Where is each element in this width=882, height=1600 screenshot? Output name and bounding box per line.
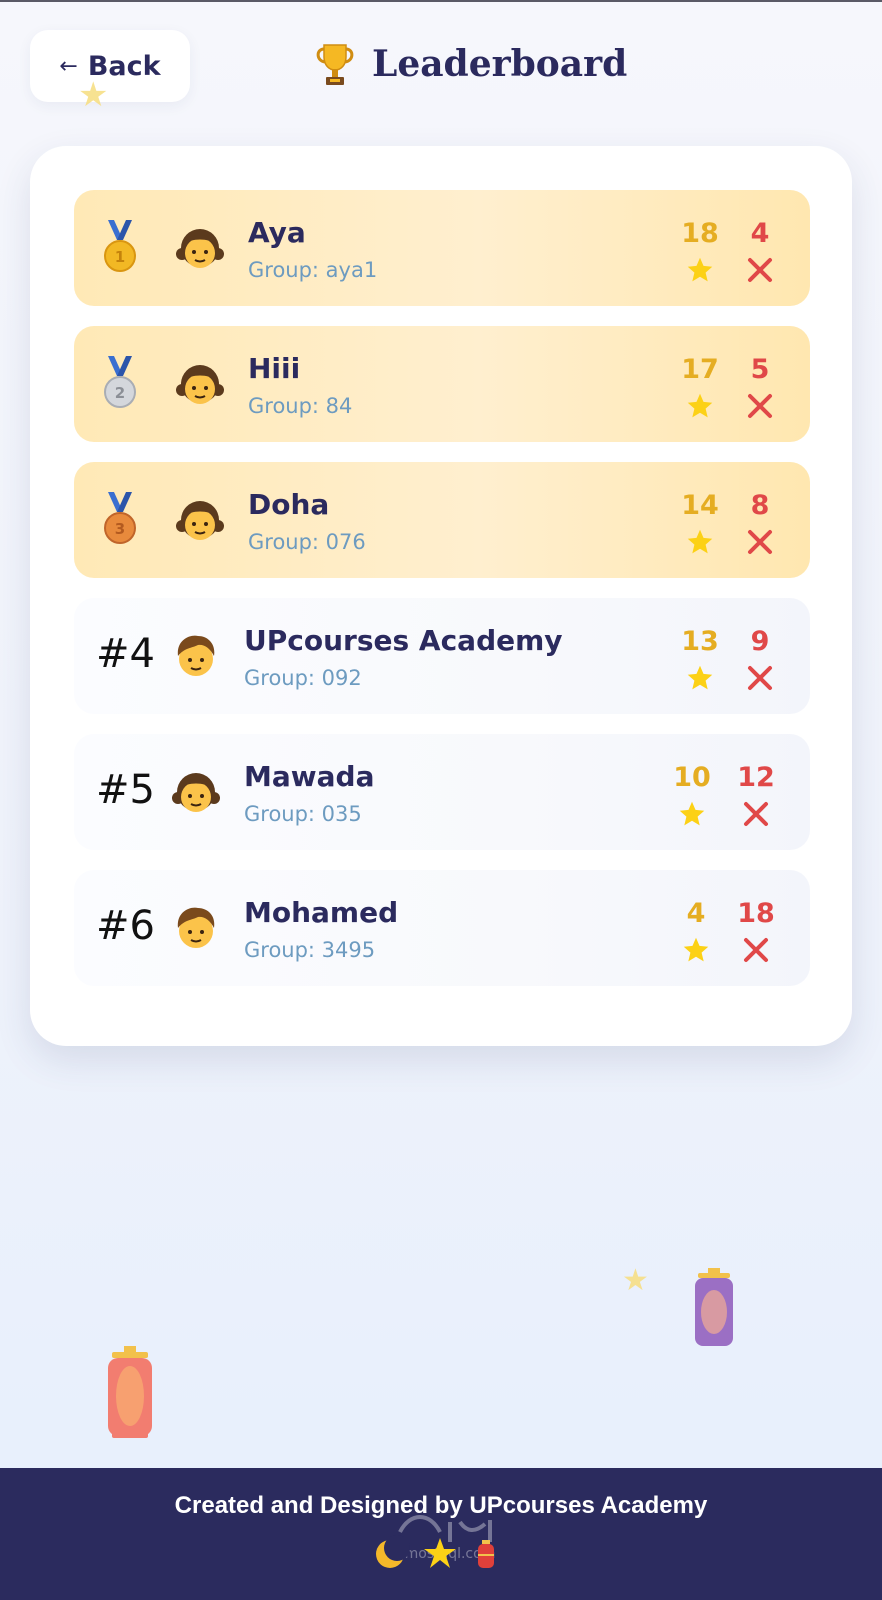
- star-icon: [687, 257, 713, 282]
- wrong-count: 8: [750, 490, 770, 521]
- girl-avatar-icon: [176, 229, 224, 268]
- wrong-count: 18: [737, 898, 775, 929]
- silver-medal-icon: 2: [104, 356, 136, 408]
- star-icon: [683, 937, 709, 962]
- leaderboard-row[interactable]: #5 Mawada Group: 035 10 12: [74, 734, 810, 850]
- decorative-star-icon: ★: [622, 1263, 649, 1298]
- svg-text:2: 2: [115, 384, 125, 402]
- wrong-count: 12: [737, 762, 775, 793]
- player-name: Aya: [248, 216, 306, 249]
- stars-count: 10: [673, 762, 711, 793]
- star-icon: [679, 801, 705, 826]
- player-name: UPcourses Academy: [244, 624, 563, 657]
- leaderboard-row[interactable]: #4 UPcourses Academy Group: 092 13 9: [74, 598, 810, 714]
- svg-text:1: 1: [115, 248, 125, 266]
- girl-avatar-icon: [176, 501, 224, 540]
- decorative-star-icon: ★: [78, 75, 109, 115]
- player-group: Group: 076: [248, 530, 366, 554]
- red-lantern-icon: [108, 1346, 152, 1438]
- player-name: Doha: [248, 488, 330, 521]
- girl-avatar-icon: [176, 365, 224, 404]
- stars-count: 14: [681, 490, 719, 521]
- leaderboard-row[interactable]: 3 Doha Group: 076 14 8: [74, 462, 810, 578]
- player-name: Hiii: [248, 352, 301, 385]
- boy-avatar-icon: [177, 907, 215, 948]
- gold-medal-icon: 1: [104, 220, 136, 272]
- back-button[interactable]: ← Back: [30, 30, 190, 102]
- player-group: Group: 035: [244, 802, 362, 826]
- purple-lantern-icon: [695, 1268, 733, 1346]
- stars-count: 18: [681, 218, 719, 249]
- footer-decoration: [376, 1535, 494, 1568]
- footer: Created and Designed by UPcourses Academ…: [0, 1468, 882, 1600]
- crescent-moon-icon: [376, 1535, 410, 1568]
- stars-count: 4: [686, 898, 706, 929]
- bronze-medal-icon: 3: [104, 492, 136, 544]
- rank-number: #6: [96, 903, 155, 949]
- rank-number: #5: [96, 767, 155, 813]
- leaderboard-row[interactable]: #6 Mohamed Group: 3495 4 18: [74, 870, 810, 986]
- star-icon: [687, 393, 713, 418]
- player-name: Mohamed: [244, 896, 399, 929]
- cross-icon: [744, 802, 768, 826]
- star-icon: [687, 665, 713, 690]
- trophy-icon: [316, 44, 354, 85]
- stars-count: 17: [681, 354, 719, 385]
- player-name: Mawada: [244, 760, 375, 793]
- girl-avatar-icon: [172, 773, 220, 812]
- stars-count: 13: [681, 626, 719, 657]
- star-icon: [424, 1538, 456, 1568]
- svg-text:3: 3: [115, 520, 125, 538]
- star-icon: [687, 529, 713, 554]
- leaderboard-card: 1 Aya Group: aya1 18 4 2 Hiii Group: 84 …: [30, 146, 852, 1046]
- title-text: Leaderboard: [372, 43, 628, 85]
- cross-icon: [748, 530, 772, 554]
- player-group: Group: 84: [248, 394, 353, 418]
- back-arrow-icon: ←: [59, 53, 78, 79]
- leaderboard-row[interactable]: 2 Hiii Group: 84 17 5: [74, 326, 810, 442]
- boy-avatar-icon: [177, 635, 215, 676]
- player-group: Group: 3495: [244, 938, 376, 962]
- page-title: Leaderboard: [310, 36, 627, 92]
- cross-icon: [744, 938, 768, 962]
- cross-icon: [748, 666, 772, 690]
- leaderboard-row[interactable]: 1 Aya Group: aya1 18 4: [74, 190, 810, 306]
- wrong-count: 5: [750, 354, 770, 385]
- top-border: [0, 0, 882, 2]
- lantern-icon: [478, 1540, 494, 1568]
- cross-icon: [748, 394, 772, 418]
- cross-icon: [748, 258, 772, 282]
- wrong-count: 4: [750, 218, 770, 249]
- wrong-count: 9: [750, 626, 770, 657]
- rank-number: #4: [96, 631, 155, 677]
- player-group: Group: 092: [244, 666, 362, 690]
- player-group: Group: aya1: [248, 258, 378, 282]
